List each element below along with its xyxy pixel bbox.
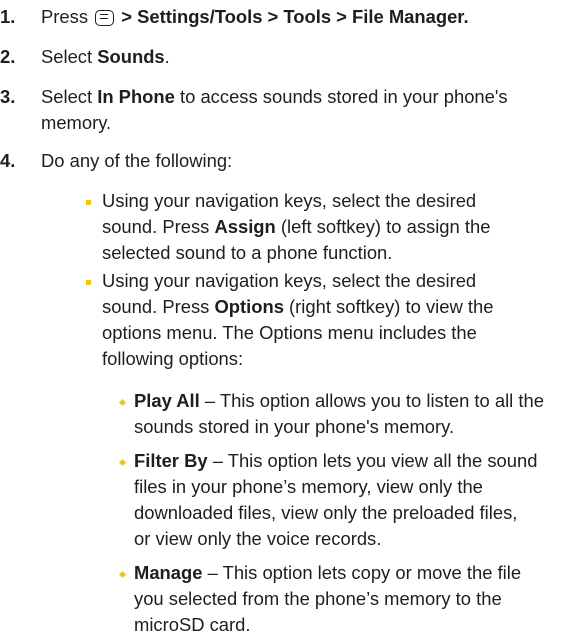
menu-ok-key-icon (95, 10, 115, 26)
bullet-text-pre: sound. Press (102, 296, 215, 317)
step-text-pre: Select (41, 86, 98, 107)
step-text-bold: Sounds (97, 46, 165, 67)
step-number: 1. (0, 6, 16, 27)
bullet-text-post: (right softkey) to view the (283, 296, 494, 317)
option-title: Filter By (134, 450, 208, 471)
option-line: files in your phone’s memory, view only … (134, 476, 483, 497)
step-text-pre: Select (41, 46, 98, 67)
bullet-line: sound. Press Options (right softkey) to … (102, 294, 493, 320)
bullet-line: Using your navigation keys, select the d… (102, 190, 477, 211)
bullet-line: following options: (102, 348, 244, 369)
menu-path: > Settings/Tools > Tools > File Manager. (121, 6, 469, 27)
bullet-text-post: (left softkey) to assign the (275, 216, 491, 237)
step-text: Select In Phone to access sounds stored … (41, 84, 508, 110)
bullet-square-icon (86, 200, 91, 205)
step-text: Press > Settings/Tools > Tools > File Ma… (41, 4, 469, 30)
option-line: Filter By – This option lets you view al… (134, 448, 537, 474)
step-text-pre: Press (41, 6, 89, 27)
step-text-post: to access sounds stored in your phone's (174, 86, 508, 107)
bullet-line: selected sound to a phone function. (102, 242, 393, 263)
step-text: Select Sounds. (41, 44, 170, 70)
bullet-line: options menu. The Options menu includes … (102, 322, 477, 343)
option-line: microSD card. (134, 614, 251, 635)
option-desc: – This option allows you to listen to al… (199, 390, 544, 411)
option-line: sounds stored in your phone's memory. (134, 416, 455, 437)
step-text-post: . (164, 46, 170, 67)
option-line: you selected from the phone’s memory to … (134, 588, 502, 609)
option-line: or view only the voice records. (134, 528, 382, 549)
bullet-line: sound. Press Assign (left softkey) to as… (102, 214, 490, 240)
step-text-bold: In Phone (97, 86, 175, 107)
diamond-bullet-icon (118, 458, 127, 467)
step-number: 2. (0, 46, 16, 67)
option-line: downloaded files, view only the preloade… (134, 502, 518, 523)
option-title: Manage (134, 562, 203, 583)
option-desc: – This option lets you view all the soun… (207, 450, 538, 471)
option-title: Play All (134, 390, 200, 411)
bullet-text-bold: Options (214, 296, 284, 317)
bullet-line: Using your navigation keys, select the d… (102, 270, 477, 291)
bullet-text-bold: Assign (214, 216, 276, 237)
diamond-bullet-icon (118, 398, 127, 407)
bullet-square-icon (86, 280, 91, 285)
step-text: Do any of the following: (41, 150, 233, 171)
option-desc: – This option lets copy or move the file (202, 562, 522, 583)
option-line: Play All – This option allows you to lis… (134, 388, 544, 414)
step-number: 4. (0, 150, 16, 171)
step-number: 3. (0, 86, 16, 107)
option-line: Manage – This option lets copy or move t… (134, 560, 521, 586)
step-text-line2: memory. (41, 112, 112, 133)
bullet-text-pre: sound. Press (102, 216, 215, 237)
diamond-bullet-icon (118, 570, 127, 579)
